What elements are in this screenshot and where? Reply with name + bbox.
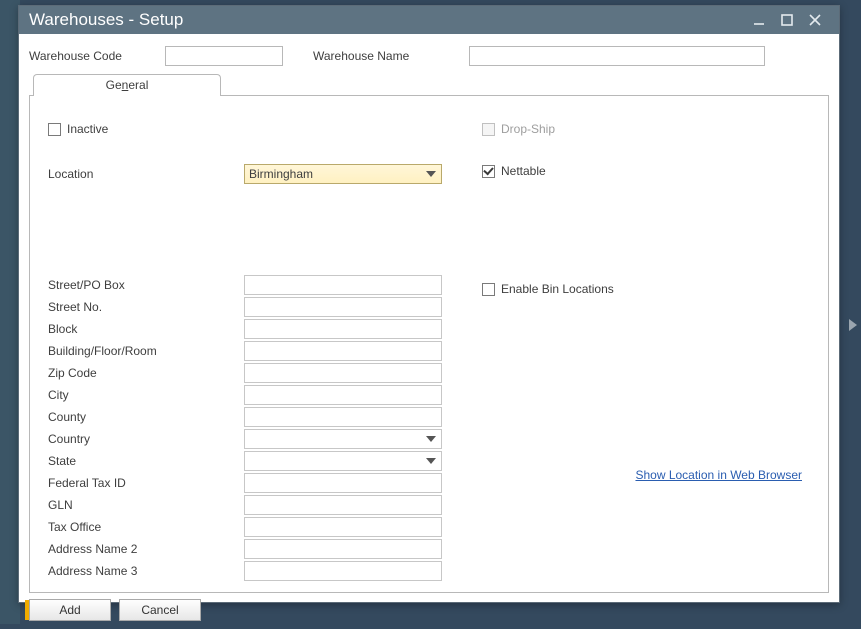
address-grid: Street/PO Box Street No. Block Building/… <box>48 274 448 581</box>
taxoffice-input[interactable] <box>244 517 442 537</box>
warehouse-code-input[interactable] <box>165 46 283 66</box>
block-label: Block <box>48 322 244 336</box>
gln-label: GLN <box>48 498 244 512</box>
street-label: Street/PO Box <box>48 278 244 292</box>
nettable-checkbox[interactable]: Nettable <box>482 164 810 178</box>
close-button[interactable] <box>801 6 829 34</box>
enable-bin-checkbox[interactable]: Enable Bin Locations <box>482 282 810 296</box>
location-label: Location <box>48 167 244 181</box>
location-combobox[interactable]: Birmingham <box>244 164 442 184</box>
block-input[interactable] <box>244 319 442 339</box>
street-input[interactable] <box>244 275 442 295</box>
bfr-input[interactable] <box>244 341 442 361</box>
zip-label: Zip Code <box>48 366 244 380</box>
fedtax-label: Federal Tax ID <box>48 476 244 490</box>
city-label: City <box>48 388 244 402</box>
chevron-down-icon <box>425 433 437 445</box>
side-expand-arrow[interactable] <box>844 315 861 335</box>
warehouse-code-label: Warehouse Code <box>29 49 159 63</box>
dropship-checkbox: Drop-Ship <box>482 122 810 136</box>
location-value: Birmingham <box>249 167 425 181</box>
state-combobox[interactable] <box>244 451 442 471</box>
fedtax-input[interactable] <box>244 473 442 493</box>
background-strip <box>0 0 20 624</box>
maximize-button[interactable] <box>773 6 801 34</box>
warehouse-name-input[interactable] <box>469 46 765 66</box>
addr3-input[interactable] <box>244 561 442 581</box>
client-area: Warehouse Code Warehouse Name General In… <box>19 34 839 629</box>
warehouse-name-label: Warehouse Name <box>313 49 421 63</box>
streetno-label: Street No. <box>48 300 244 314</box>
inactive-checkbox[interactable]: Inactive <box>48 122 448 136</box>
addr2-label: Address Name 2 <box>48 542 244 556</box>
state-label: State <box>48 454 244 468</box>
checkbox-icon <box>482 283 495 296</box>
window-title: Warehouses - Setup <box>29 10 745 30</box>
cancel-button[interactable]: Cancel <box>119 599 201 621</box>
addr2-input[interactable] <box>244 539 442 559</box>
tab-general[interactable]: General <box>33 74 221 96</box>
show-location-link[interactable]: Show Location in Web Browser <box>635 468 802 482</box>
streetno-input[interactable] <box>244 297 442 317</box>
country-label: Country <box>48 432 244 446</box>
county-input[interactable] <box>244 407 442 427</box>
checkbox-icon <box>482 165 495 178</box>
country-combobox[interactable] <box>244 429 442 449</box>
checkbox-icon <box>48 123 61 136</box>
gln-input[interactable] <box>244 495 442 515</box>
general-panel: Inactive Location Birmingham Street/PO B… <box>29 95 829 593</box>
warehouses-setup-window: Warehouses - Setup Warehouse Code Wareho… <box>18 5 840 603</box>
chevron-down-icon <box>425 168 437 180</box>
county-label: County <box>48 410 244 424</box>
chevron-down-icon <box>425 455 437 467</box>
addr3-label: Address Name 3 <box>48 564 244 578</box>
city-input[interactable] <box>244 385 442 405</box>
taxoffice-label: Tax Office <box>48 520 244 534</box>
checkbox-icon <box>482 123 495 136</box>
footer-buttons: Add Cancel <box>29 593 829 621</box>
header-row: Warehouse Code Warehouse Name <box>29 40 829 74</box>
zip-input[interactable] <box>244 363 442 383</box>
tabstrip: General <box>33 74 829 96</box>
titlebar: Warehouses - Setup <box>19 6 839 34</box>
minimize-button[interactable] <box>745 6 773 34</box>
bfr-label: Building/Floor/Room <box>48 344 244 358</box>
add-button[interactable]: Add <box>29 599 111 621</box>
